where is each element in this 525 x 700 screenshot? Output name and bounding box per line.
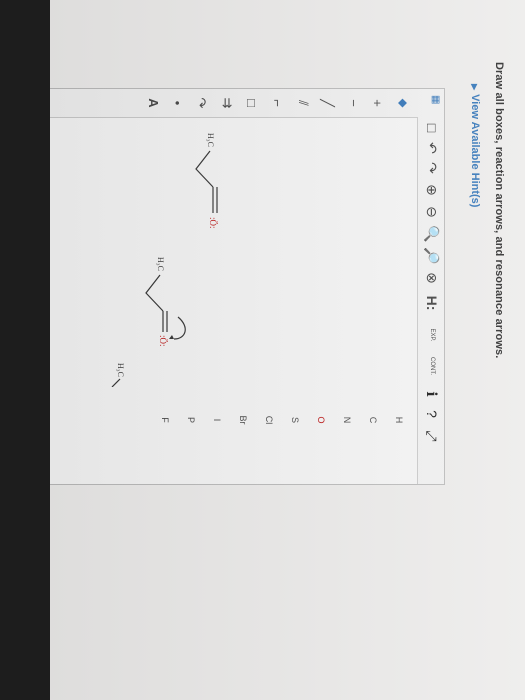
drawing-canvas[interactable]: H₃C :Ö: H₃C :Ö: H₃C (44, 117, 418, 388)
element-s[interactable]: S (290, 405, 300, 435)
info-icon[interactable]: ℹ (423, 385, 441, 403)
element-cl[interactable]: Cl (264, 405, 274, 435)
left-toolbar: ⬥ + − ╱ ⫽ ⌐ □ ⇉ ↷ • A (44, 89, 418, 118)
curved-arrow (173, 316, 186, 340)
element-c[interactable]: C (368, 405, 378, 435)
minus-charge-button[interactable]: − (344, 93, 362, 113)
electron-dot-icon[interactable]: • (168, 93, 186, 113)
zoom-fit-icon[interactable]: 🔎 (423, 247, 441, 265)
element-h[interactable]: H (394, 405, 404, 435)
zoom-out-icon[interactable]: ⊖ (423, 203, 441, 221)
chemistry-drawing-editor: ▦ □ ↶ ↷ ⊕ ⊖ 🔍 🔎 ⊗ H: EXP. CONT. ℹ ? ⤢ ⬥ … (43, 88, 445, 485)
top-toolbar: ▦ □ ↶ ↷ ⊕ ⊖ 🔍 🔎 ⊗ H: EXP. CONT. ℹ ? ⤢ (417, 89, 444, 484)
element-n[interactable]: N (342, 405, 352, 435)
box-icon[interactable]: □ (242, 93, 260, 113)
element-palette: H C N O S Cl Br I P F (44, 389, 418, 484)
new-document-icon[interactable]: □ (423, 119, 441, 137)
methyl-label: H₃C (116, 363, 125, 377)
view-hints-link[interactable]: ▶ View Available Hint(s) (469, 84, 481, 207)
fullscreen-icon[interactable]: ⤢ (423, 427, 441, 445)
help-icon[interactable]: ? (423, 405, 441, 423)
text-tool-button[interactable]: A (144, 93, 162, 113)
undo-icon[interactable]: ↶ (423, 139, 441, 157)
single-bond-icon[interactable]: ╱ (318, 93, 336, 113)
clear-icon[interactable]: ⊗ (423, 269, 441, 287)
molecule-3[interactable]: H₃C (111, 363, 125, 388)
methyl-label: H₃C (206, 133, 215, 147)
taskbar: ch ○ ⧉ ∞ (0, 0, 50, 700)
h-plus-button[interactable]: H: (423, 291, 441, 315)
element-f[interactable]: F (160, 405, 170, 435)
eraser-icon[interactable]: ⬥ (394, 93, 412, 113)
cont-button[interactable]: CONT. (423, 351, 441, 381)
molecule-drawings: H₃C :Ö: H₃C :Ö: H₃C (111, 133, 218, 388)
rotated-screen: Draw all boxes, reaction arrows, and res… (0, 0, 525, 700)
instructions-text: Draw all boxes, reaction arrows, and res… (493, 62, 505, 359)
zoom-in-icon[interactable]: ⊕ (423, 181, 441, 199)
plus-charge-button[interactable]: + (368, 93, 386, 113)
select-grid-icon[interactable]: ▦ (425, 95, 441, 113)
redo-icon[interactable]: ↷ (423, 159, 441, 177)
double-bond-icon[interactable]: ⫽ (294, 93, 312, 113)
molecule-2[interactable]: H₃C :Ö: (145, 257, 186, 347)
curved-arrow-icon[interactable]: ↷ (192, 93, 210, 113)
molecule-1[interactable]: H₃C :Ö: (195, 133, 218, 229)
element-p[interactable]: P (186, 405, 196, 435)
view-hints-label: View Available Hint(s) (469, 94, 481, 208)
reaction-arrow-icon[interactable]: ⇉ (218, 93, 236, 113)
bracket-box-icon[interactable]: ⌐ (268, 93, 286, 113)
expand-triangle-icon: ▶ (470, 84, 479, 91)
exp-button[interactable]: EXP. (423, 321, 441, 349)
page-background: Draw all boxes, reaction arrows, and res… (43, 0, 525, 700)
element-o[interactable]: O (316, 405, 326, 435)
oxygen-label: :Ö: (158, 335, 168, 347)
methyl-label: H₃C (156, 257, 165, 271)
zoom-search-icon[interactable]: 🔍 (423, 225, 441, 243)
element-br[interactable]: Br (238, 405, 248, 435)
oxygen-label: :Ö: (208, 217, 218, 229)
element-i[interactable]: I (212, 405, 222, 435)
